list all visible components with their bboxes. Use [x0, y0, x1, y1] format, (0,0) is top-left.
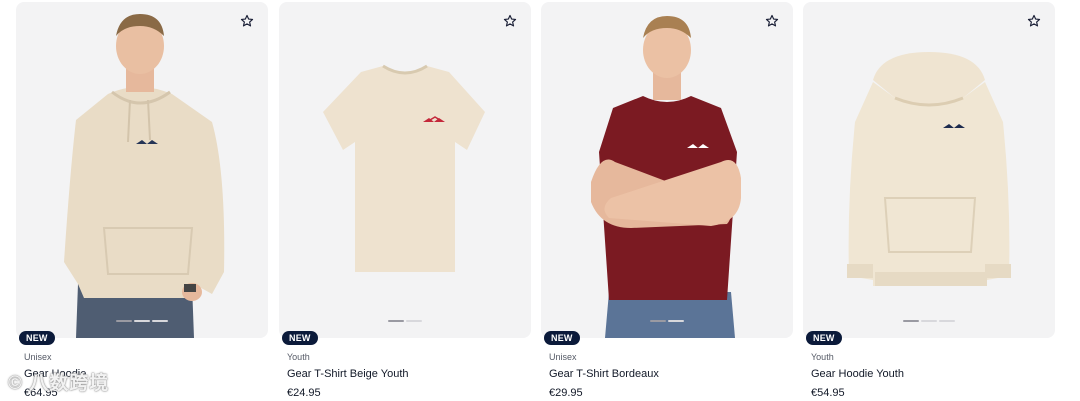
- product-category: Youth: [811, 352, 834, 362]
- product-price: €64.95: [24, 387, 58, 399]
- image-carousel-dots[interactable]: [650, 320, 684, 322]
- product-name[interactable]: Gear Hoodie: [24, 368, 86, 380]
- image-carousel-dots[interactable]: [388, 320, 422, 322]
- image-carousel-dots[interactable]: [903, 320, 955, 322]
- product-card[interactable]: NEW Unisex Gear T-Shirt Bordeaux €29.95: [541, 2, 793, 401]
- star-outline-icon[interactable]: [499, 10, 521, 32]
- new-badge: NEW: [806, 331, 842, 345]
- image-carousel-dots[interactable]: [116, 320, 168, 322]
- product-card[interactable]: NEW Youth Gear Hoodie Youth €54.95: [803, 2, 1055, 401]
- star-outline-icon[interactable]: [236, 10, 258, 32]
- product-image[interactable]: [279, 2, 531, 338]
- new-badge: NEW: [282, 331, 318, 345]
- man-in-beige-hoodie-image: [64, 14, 225, 338]
- man-in-bordeaux-t-shirt-image: [591, 16, 741, 338]
- product-price: €24.95: [287, 387, 321, 399]
- product-image[interactable]: [16, 2, 268, 338]
- new-badge: NEW: [19, 331, 55, 345]
- product-grid: NEW Unisex Gear Hoodie €64.95 NEW Youth …: [0, 0, 1080, 401]
- product-name[interactable]: Gear T-Shirt Beige Youth: [287, 368, 409, 380]
- product-price: €29.95: [549, 387, 583, 399]
- star-outline-icon[interactable]: [761, 10, 783, 32]
- product-name[interactable]: Gear T-Shirt Bordeaux: [549, 368, 659, 380]
- product-card[interactable]: NEW Unisex Gear Hoodie €64.95: [16, 2, 268, 401]
- product-name[interactable]: Gear Hoodie Youth: [811, 368, 904, 380]
- beige-t-shirt-image: [323, 64, 485, 272]
- beige-youth-hoodie-image: [847, 52, 1011, 286]
- product-category: Youth: [287, 352, 310, 362]
- product-price: €54.95: [811, 387, 845, 399]
- product-card[interactable]: NEW Youth Gear T-Shirt Beige Youth €24.9…: [279, 2, 531, 401]
- product-image[interactable]: [541, 2, 793, 338]
- product-category: Unisex: [549, 352, 577, 362]
- product-image[interactable]: [803, 2, 1055, 338]
- star-outline-icon[interactable]: [1023, 10, 1045, 32]
- new-badge: NEW: [544, 331, 580, 345]
- product-category: Unisex: [24, 352, 52, 362]
